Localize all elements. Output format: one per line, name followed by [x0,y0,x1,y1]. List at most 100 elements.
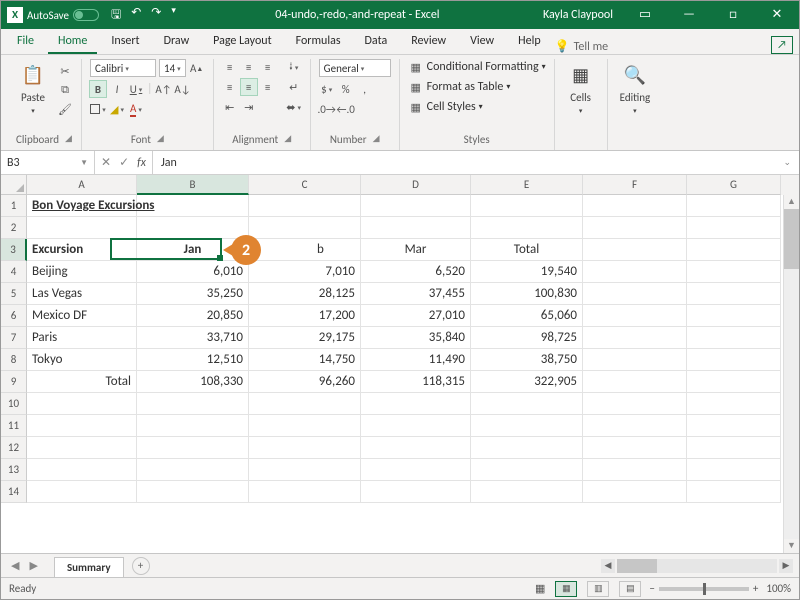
cell[interactable] [583,261,687,283]
cell[interactable] [687,481,781,503]
cell[interactable]: 28,125 [249,283,361,305]
tab-home[interactable]: Home [48,30,97,54]
tab-page-layout[interactable]: Page Layout [203,30,281,54]
scroll-right-icon[interactable]: ▶ [779,559,793,573]
cell[interactable]: 322,905 [471,371,583,393]
cell[interactable] [687,239,781,261]
number-format-selector[interactable]: General [319,59,391,77]
cell[interactable] [137,195,249,217]
account-name[interactable]: Kayla Claypool [533,8,623,22]
cell[interactable] [27,481,137,503]
column-header-E[interactable]: E [471,175,583,195]
scroll-up-icon[interactable]: ▲ [784,195,799,209]
display-settings-icon[interactable]: ▦ [535,582,545,595]
cell[interactable]: Paris [27,327,137,349]
cancel-formula-icon[interactable]: ✕ [101,155,111,170]
enter-formula-icon[interactable]: ✓ [119,155,129,170]
row-header-14[interactable]: 14 [1,481,27,503]
cell[interactable] [27,437,137,459]
cell[interactable]: Las Vegas [27,283,137,305]
expand-formula-bar-icon[interactable]: ⌄ [783,157,791,168]
cell[interactable]: Excursion [27,239,137,261]
underline-button[interactable]: U [128,81,144,97]
cell[interactable] [687,459,781,481]
tab-help[interactable]: Help [508,30,551,54]
cell[interactable]: 11,490 [361,349,471,371]
cell[interactable] [583,217,687,239]
cell[interactable] [137,217,249,239]
decrease-indent-icon[interactable]: ⇤ [222,99,238,115]
cell[interactable] [687,371,781,393]
cell[interactable]: 100,830 [471,283,583,305]
column-header-A[interactable]: A [27,175,137,195]
cell[interactable] [249,459,361,481]
cell[interactable]: 29,175 [249,327,361,349]
cell[interactable] [249,415,361,437]
cell[interactable] [249,195,361,217]
row-header-9[interactable]: 9 [1,371,27,393]
cell[interactable] [687,393,781,415]
select-all-corner[interactable] [1,175,27,195]
cell[interactable] [137,415,249,437]
comma-format-icon[interactable]: , [357,81,373,97]
worksheet-grid[interactable]: ABCDEFG 1234567891011121314 Bon Voyage E… [1,175,799,553]
cell[interactable] [361,437,471,459]
cell[interactable] [583,459,687,481]
cell[interactable] [137,393,249,415]
cell[interactable] [471,415,583,437]
cell[interactable] [137,459,249,481]
new-sheet-button[interactable]: + [132,557,150,575]
borders-button[interactable] [90,101,106,117]
sheet-nav-next-icon[interactable]: ▶ [29,559,37,572]
tell-me-search[interactable]: 💡Tell me [555,39,608,54]
cell[interactable] [361,415,471,437]
cell[interactable] [583,393,687,415]
cell[interactable]: 6,520 [361,261,471,283]
increase-decimal-icon[interactable]: .0→ [319,101,335,117]
cells-button[interactable]: ▦Cells▾ [563,59,599,117]
cell[interactable] [687,327,781,349]
tab-insert[interactable]: Insert [101,30,149,54]
cell[interactable]: 118,315 [361,371,471,393]
cell[interactable]: 37,455 [361,283,471,305]
column-header-G[interactable]: G [687,175,781,195]
cell[interactable]: Tokyo [27,349,137,371]
align-bottom-icon[interactable]: ≡ [260,59,276,75]
cell[interactable] [687,261,781,283]
column-header-F[interactable]: F [583,175,687,195]
column-header-D[interactable]: D [361,175,471,195]
view-normal-button[interactable]: ▦ [555,581,577,597]
cell[interactable]: Bon Voyage Excursions [27,195,137,217]
cell[interactable]: 98,725 [471,327,583,349]
cell[interactable] [583,327,687,349]
cells-area[interactable]: Bon Voyage ExcursionsExcursionJanbMarTot… [27,195,799,553]
bold-button[interactable]: B [90,81,106,97]
cell[interactable] [687,415,781,437]
cell[interactable] [687,283,781,305]
cell[interactable] [361,393,471,415]
font-size-selector[interactable]: 14 [159,59,186,77]
cell[interactable] [471,481,583,503]
cell[interactable] [583,239,687,261]
cell[interactable] [471,393,583,415]
tab-formulas[interactable]: Formulas [286,30,351,54]
cell[interactable] [471,195,583,217]
scroll-thumb[interactable] [784,209,799,269]
cell[interactable] [249,393,361,415]
row-header-11[interactable]: 11 [1,415,27,437]
decrease-font-size-icon[interactable]: A↓ [175,81,191,97]
tab-file[interactable]: File [7,30,44,54]
merge-center-icon[interactable]: ⬌ [286,99,302,115]
increase-indent-icon[interactable]: ⇥ [241,99,257,115]
font-color-button[interactable]: A [128,101,144,117]
row-header-4[interactable]: 4 [1,261,27,283]
cell[interactable]: Total [27,371,137,393]
tab-draw[interactable]: Draw [154,30,200,54]
cell[interactable] [583,481,687,503]
cell[interactable] [361,481,471,503]
cell[interactable] [583,349,687,371]
cell[interactable]: b [249,239,361,261]
cell[interactable]: Total [471,239,583,261]
cell[interactable] [249,481,361,503]
cell[interactable]: 19,540 [471,261,583,283]
